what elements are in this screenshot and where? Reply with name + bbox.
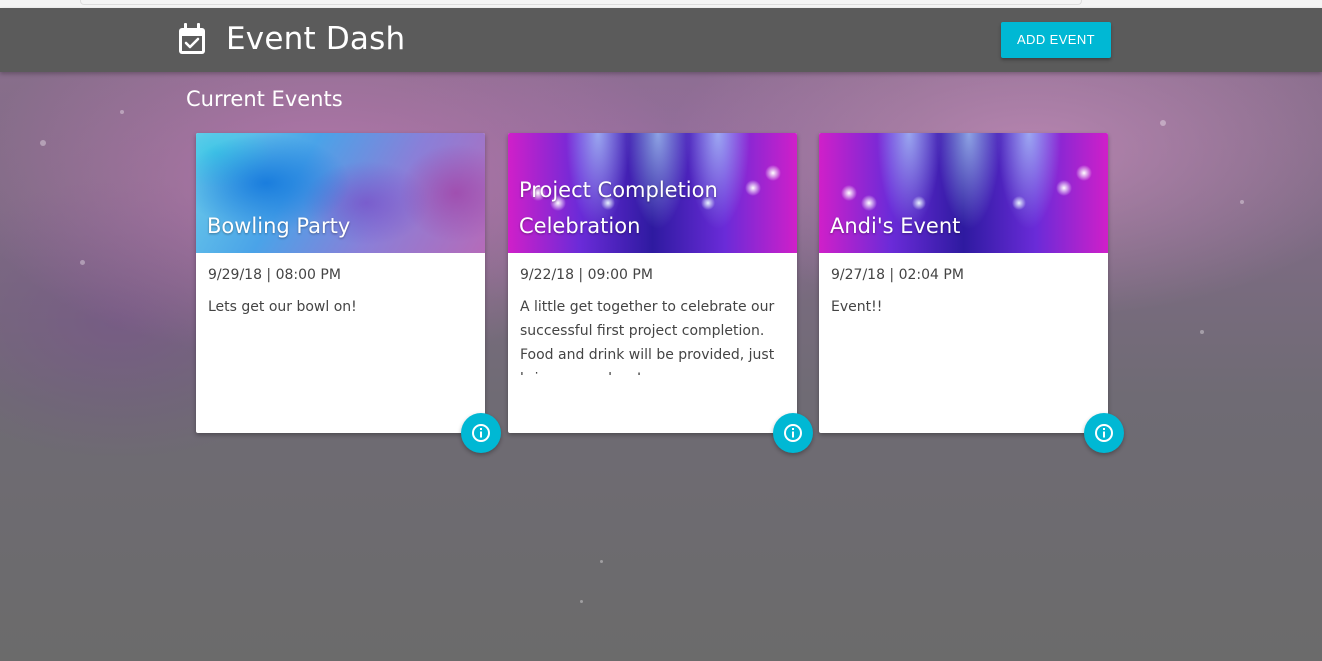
event-datetime: 9/27/18 | 02:04 PM [831,267,964,283]
event-datetime: 9/22/18 | 09:00 PM [520,267,653,283]
event-datetime: 9/29/18 | 08:00 PM [208,267,341,283]
event-image: Bowling Party [196,133,485,253]
browser-top-strip [0,0,1322,8]
event-image: Project Completion Celebration [508,133,797,253]
event-description: Event!! [831,299,883,315]
info-button[interactable] [1084,413,1124,453]
info-button[interactable] [773,413,813,453]
section-title: Current Events [186,87,343,111]
info-icon [472,424,490,442]
event-description: A little get together to celebrate our s… [520,299,775,375]
add-event-button[interactable]: ADD EVENT [1001,22,1111,58]
event-card[interactable]: Bowling Party 9/29/18 | 08:00 PM Lets ge… [196,133,501,453]
event-card[interactable]: Project Completion Celebration 9/22/18 |… [508,133,813,453]
app-header: Event Dash ADD EVENT [0,8,1322,72]
event-card[interactable]: Andi's Event 9/27/18 | 02:04 PM Event!! [819,133,1124,453]
event-image: Andi's Event [819,133,1108,253]
event-title: Bowling Party [207,214,351,238]
event-description: Lets get our bowl on! [208,299,357,315]
calendar-check-icon [176,22,208,56]
event-title: Project Completion Celebration [519,178,718,238]
event-title: Andi's Event [830,214,961,238]
info-button[interactable] [461,413,501,453]
info-icon [1095,424,1113,442]
info-icon [784,424,802,442]
app-title: Event Dash [226,21,406,57]
